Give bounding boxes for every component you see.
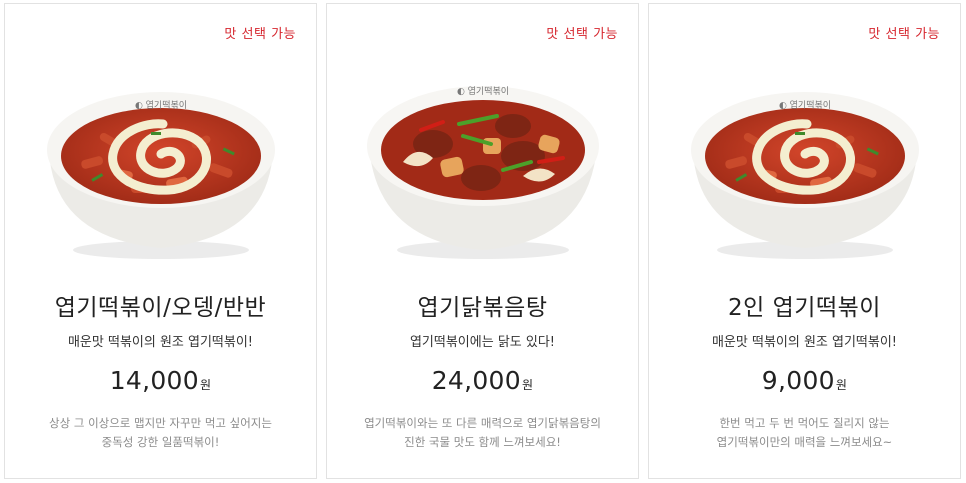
price-value: 24,000 (431, 366, 521, 395)
menu-subtitle: 매운맛 떡볶이의 원조 엽기떡볶이! (67, 335, 254, 350)
description-line: 엽기떡볶이만의 매력을 느껴보세요~ (716, 435, 893, 449)
price-unit: 원 (199, 378, 212, 392)
description-line: 중독성 강한 일품떡볶이! (101, 435, 220, 449)
menu-price: 24,000원 (327, 366, 638, 395)
price-unit: 원 (521, 378, 534, 392)
menu-title: 2인 엽기떡볶이 (728, 295, 881, 321)
tteokbokki-bowl-image: ◐ 엽기떡볶이 (47, 92, 275, 259)
menu-description: 한번 먹고 두 번 먹어도 질리지 않는 엽기떡볶이만의 매력을 느껴보세요~ (669, 414, 940, 452)
price-value: 14,000 (109, 366, 199, 395)
svg-text:◐ 엽기떡볶이: ◐ 엽기떡볶이 (779, 100, 831, 111)
flavor-select-badge: 맛 선택 가능 (868, 27, 940, 42)
menu-description: 엽기떡볶이와는 또 다른 매력으로 엽기닭볶음탕의 진한 국물 맛도 함께 느껴… (347, 414, 618, 452)
menu-card-tteokbokki[interactable]: 맛 선택 가능 ◐ 엽기떡볶이 엽기떡볶이/오뎅/반반 매운맛 떡볶이의 원조 … (4, 3, 317, 479)
menu-price: 9,000원 (649, 366, 960, 395)
description-line: 진한 국물 맛도 함께 느껴보세요! (404, 435, 561, 449)
menu-price: 14,000원 (5, 366, 316, 395)
braised-chicken-bowl-image: ◐ 엽기떡볶이 (367, 86, 599, 259)
menu-subtitle: 매운맛 떡볶이의 원조 엽기떡볶이! (711, 335, 898, 350)
price-value: 9,000 (761, 366, 835, 395)
menu-title: 엽기떡볶이/오뎅/반반 (54, 295, 267, 321)
svg-text:◐ 엽기떡볶이: ◐ 엽기떡볶이 (457, 86, 509, 97)
description-line: 한번 먹고 두 번 먹어도 질리지 않는 (719, 416, 890, 430)
description-line: 상상 그 이상으로 맵지만 자꾸만 먹고 싶어지는 (49, 416, 272, 430)
flavor-select-badge: 맛 선택 가능 (224, 27, 296, 42)
menu-card-tteokbokki-for-two[interactable]: 맛 선택 가능 ◐ 엽기떡볶이 2인 엽기떡볶이 매운맛 떡볶이의 원조 엽기떡… (648, 3, 961, 479)
menu-grid: 맛 선택 가능 ◐ 엽기떡볶이 엽기떡볶이/오뎅/반반 매운맛 떡볶이의 원조 … (0, 0, 966, 483)
description-line: 엽기떡볶이와는 또 다른 매력으로 엽기닭볶음탕의 (364, 416, 601, 430)
price-unit: 원 (835, 378, 848, 392)
menu-description: 상상 그 이상으로 맵지만 자꾸만 먹고 싶어지는 중독성 강한 일품떡볶이! (25, 414, 296, 452)
svg-text:◐ 엽기떡볶이: ◐ 엽기떡볶이 (135, 100, 187, 111)
menu-subtitle: 엽기떡볶이에는 닭도 있다! (409, 335, 556, 350)
menu-card-braised-chicken[interactable]: 맛 선택 가능 ◐ 엽기떡볶이 엽기닭볶음탕 엽기떡볶이에는 닭도 있다! 24… (326, 3, 639, 479)
flavor-select-badge: 맛 선택 가능 (546, 27, 618, 42)
tteokbokki-bowl-image: ◐ 엽기떡볶이 (691, 92, 919, 259)
menu-title: 엽기닭볶음탕 (417, 295, 548, 321)
